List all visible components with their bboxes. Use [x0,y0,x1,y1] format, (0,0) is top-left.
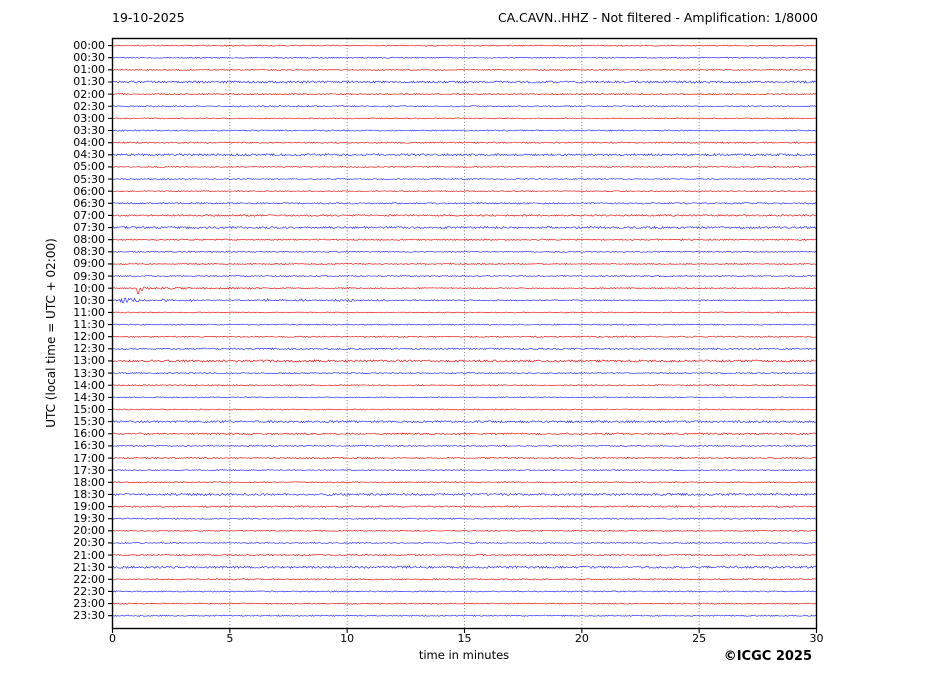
y-tick-label: 14:00 [0,379,105,392]
y-tick-label: 22:00 [0,573,105,586]
y-tick-label: 10:00 [0,282,105,295]
y-tick-label: 16:00 [0,427,105,440]
y-tick-label: 01:00 [0,63,105,76]
y-tick-label: 23:30 [0,609,105,622]
y-tick-label: 10:30 [0,294,105,307]
y-tick-label: 03:30 [0,124,105,137]
y-tick-label: 19:30 [0,512,105,525]
y-tick-label: 07:30 [0,221,105,234]
y-tick-label: 17:00 [0,452,105,465]
y-tick-label: 03:00 [0,112,105,125]
y-tick-label: 05:30 [0,173,105,186]
y-tick-label: 06:00 [0,185,105,198]
y-tick-label: 14:30 [0,391,105,404]
y-tick-label: 08:00 [0,233,105,246]
y-tick-label: 22:30 [0,585,105,598]
y-tick-label: 11:30 [0,318,105,331]
y-tick-label: 20:30 [0,536,105,549]
y-tick-label: 05:00 [0,160,105,173]
y-tick-label: 20:00 [0,524,105,537]
y-tick-label: 07:00 [0,209,105,222]
y-tick-label: 23:00 [0,597,105,610]
y-tick-label: 04:00 [0,136,105,149]
y-tick-label: 15:00 [0,403,105,416]
y-tick-label: 12:00 [0,330,105,343]
y-tick-label: 09:30 [0,270,105,283]
seismogram-figure: 19-10-2025 CA.CAVN..HHZ - Not filtered -… [0,0,927,696]
y-tick-label: 13:00 [0,354,105,367]
y-tick-label: 18:30 [0,488,105,501]
y-tick-label: 00:00 [0,39,105,52]
y-tick-label: 09:00 [0,257,105,270]
y-tick-label: 19:00 [0,500,105,513]
y-tick-label: 12:30 [0,342,105,355]
x-tick-label: 0 [93,632,133,645]
x-tick-label: 25 [679,632,719,645]
y-tick-label: 21:30 [0,561,105,574]
y-tick-label: 21:00 [0,549,105,562]
y-tick-label: 16:30 [0,439,105,452]
y-tick-label: 18:00 [0,476,105,489]
y-tick-label: 08:30 [0,245,105,258]
y-tick-label: 11:00 [0,306,105,319]
x-tick-label: 30 [797,632,837,645]
y-tick-label: 17:30 [0,464,105,477]
x-tick-label: 20 [562,632,602,645]
copyright-text: ©ICGC 2025 [724,649,812,664]
y-tick-label: 13:30 [0,367,105,380]
y-tick-label: 00:30 [0,51,105,64]
x-tick-label: 10 [327,632,367,645]
y-tick-label: 01:30 [0,75,105,88]
y-tick-label: 04:30 [0,148,105,161]
x-tick-label: 15 [445,632,485,645]
y-tick-label: 06:30 [0,197,105,210]
y-tick-label: 02:00 [0,88,105,101]
x-axis-label: time in minutes [419,648,509,662]
helicorder-plot-canvas [0,0,927,696]
y-tick-label: 15:30 [0,415,105,428]
x-tick-label: 5 [210,632,250,645]
y-tick-label: 02:30 [0,100,105,113]
